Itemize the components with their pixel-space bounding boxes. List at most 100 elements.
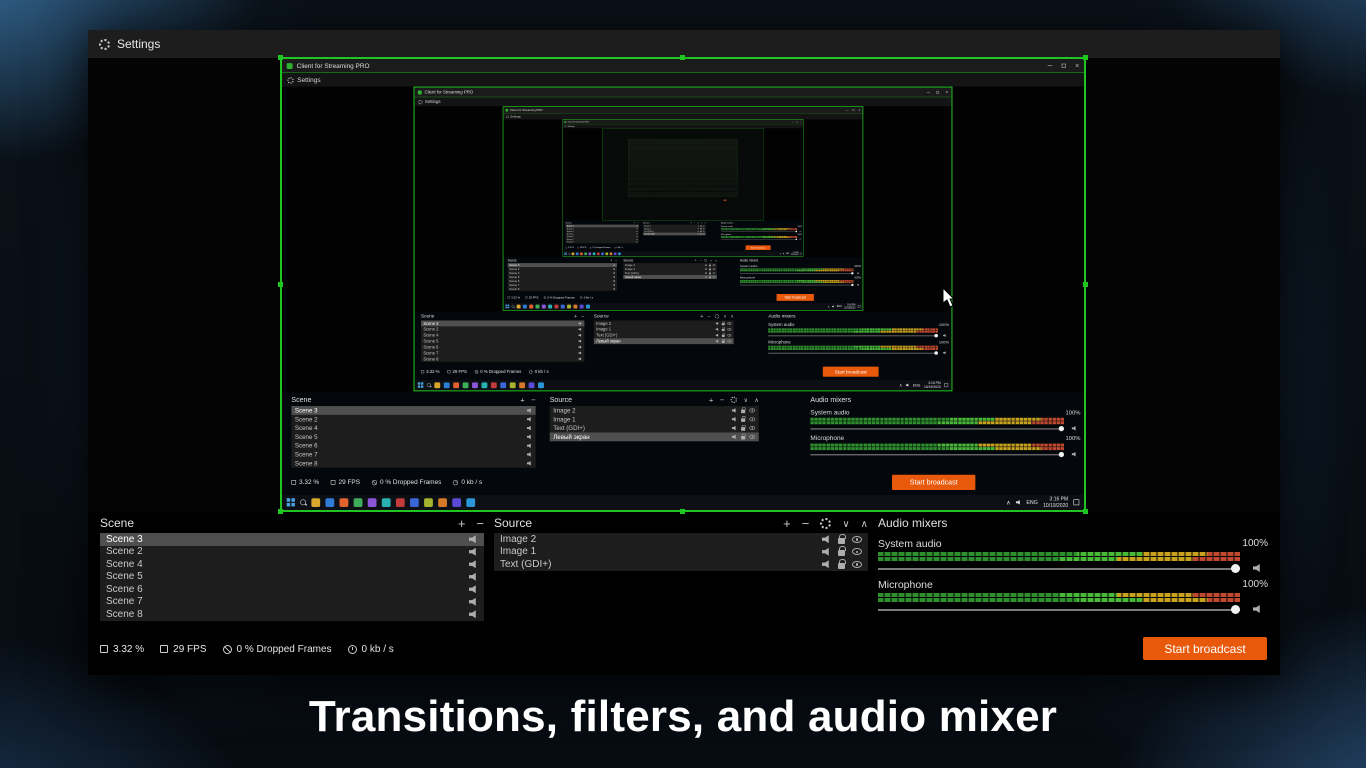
lock-icon: [741, 433, 746, 440]
cpu-usage: 3.32 %: [507, 296, 520, 299]
capture-handle[interactable]: [1083, 509, 1088, 514]
speaker-icon[interactable]: [1253, 564, 1260, 572]
dropped-frames: 0 % Dropped Frames: [371, 479, 441, 486]
mute-icon: [636, 241, 638, 243]
speaker-icon: [943, 333, 946, 338]
mute-icon[interactable]: [469, 572, 476, 581]
source-panel-title: Source: [643, 221, 650, 224]
taskbar-clock: 3:16 PM 10/19/2020: [790, 251, 799, 256]
mute-icon: [613, 264, 615, 267]
capture-handle[interactable]: [1083, 55, 1088, 60]
search-icon: [568, 252, 571, 255]
volume-slider[interactable]: [878, 605, 1260, 615]
audio-mixers-panel: Audio mixers System audio 100% Microphone…: [810, 393, 1080, 458]
source-list-item[interactable]: Image 2: [494, 533, 868, 546]
remove-scene-icon: [531, 396, 535, 404]
lock-icon[interactable]: [838, 546, 846, 557]
taskbar-app-icon: [584, 252, 587, 256]
slider-knob: [795, 238, 798, 241]
promo-caption: Transitions, filters, and audio mixer: [308, 692, 1058, 741]
fps-icon: [577, 246, 579, 249]
mute-icon: [578, 357, 582, 361]
window-titlebar: Client for Streaming PRO: [414, 87, 952, 98]
level-meter: [878, 557, 1240, 561]
level-meter: [810, 443, 1065, 447]
source-panel-title: Source: [494, 516, 533, 530]
source-settings-icon: [704, 258, 708, 262]
dropped-frames-icon: [371, 479, 378, 486]
scene-list-item[interactable]: Scene 2: [100, 546, 484, 559]
taskbar-app-icon: [443, 382, 450, 389]
dropped-frames-icon: [222, 644, 232, 654]
scene-list-item: Scene 5: [291, 432, 535, 441]
mute-icon[interactable]: [469, 610, 476, 619]
source-settings-button[interactable]: [820, 517, 832, 529]
mute-icon[interactable]: [469, 547, 476, 556]
start-broadcast-button[interactable]: Start broadcast: [1143, 637, 1267, 660]
move-down-button[interactable]: [842, 516, 849, 530]
scene-list-item[interactable]: Scene 5: [100, 571, 484, 584]
taskbar-app-icon: [462, 382, 469, 389]
scene-list-item[interactable]: Scene 3: [100, 533, 484, 546]
settings-menubar[interactable]: Settings: [88, 30, 1280, 58]
capture-handle[interactable]: [1083, 281, 1088, 287]
source-panel: Source Image 2 Image 1 Text (GDI+) Левый…: [549, 393, 759, 442]
mute-icon[interactable]: [822, 535, 829, 544]
audio-panel-title: Audio mixers: [878, 516, 948, 530]
mute-icon[interactable]: [822, 560, 829, 569]
gear-icon: [418, 99, 423, 105]
mute-icon: [636, 227, 638, 230]
taskbar-app-icon: [579, 304, 584, 309]
scene-list-item[interactable]: Scene 4: [100, 558, 484, 571]
capture-handle[interactable]: [680, 509, 685, 514]
taskbar-app-icon: [541, 304, 546, 309]
capture-handle[interactable]: [680, 55, 685, 60]
visibility-icon[interactable]: [852, 535, 862, 543]
source-list-item[interactable]: Image 1: [494, 546, 868, 559]
scene-list-item[interactable]: Scene 6: [100, 583, 484, 596]
capture-region: Client for Streaming PRO Settings Client…: [502, 106, 864, 311]
mute-icon[interactable]: [822, 547, 829, 556]
start-menu-icon: [564, 252, 567, 255]
mute-icon[interactable]: [469, 535, 476, 544]
add-source-button[interactable]: [783, 517, 791, 530]
speaker-icon[interactable]: [1253, 605, 1260, 613]
scene-list-item[interactable]: Scene 7: [100, 596, 484, 609]
lock-icon[interactable]: [838, 533, 846, 544]
remove-source-button[interactable]: [802, 517, 810, 530]
visibility-icon[interactable]: [852, 548, 862, 556]
slider-knob[interactable]: [1231, 605, 1240, 614]
lock-icon[interactable]: [838, 558, 846, 569]
add-scene-button[interactable]: [458, 517, 466, 530]
mute-icon: [715, 327, 719, 331]
clock-icon: [453, 479, 459, 486]
taskbar-app-icon: [395, 497, 405, 507]
remove-scene-button[interactable]: [476, 517, 484, 530]
capture-handle[interactable]: [278, 55, 283, 60]
mute-icon: [578, 351, 582, 355]
audio-panel-title: Audio mixers: [721, 221, 734, 224]
clock-icon: [580, 296, 583, 299]
slider-knob[interactable]: [1231, 564, 1240, 573]
close-icon: [800, 121, 801, 123]
visibility-icon[interactable]: [852, 560, 862, 568]
capture-handle[interactable]: [278, 281, 283, 287]
mute-icon: [636, 230, 638, 233]
add-scene-icon: [574, 314, 577, 319]
minimize-icon: [1047, 65, 1053, 67]
taskbar-app-icon: [571, 252, 575, 256]
maximize-icon: [936, 90, 940, 94]
move-up-icon: [715, 258, 717, 262]
mute-icon[interactable]: [469, 597, 476, 606]
source-list-item[interactable]: Text (GDI+): [494, 558, 868, 571]
fps-counter: 29 FPS: [447, 369, 467, 374]
scene-list-item[interactable]: Scene 8: [100, 608, 484, 621]
move-up-button[interactable]: [861, 516, 868, 530]
volume-slider[interactable]: [878, 564, 1260, 574]
mute-icon[interactable]: [469, 560, 476, 569]
capture-region[interactable]: Client for Streaming PRO Settings Client…: [278, 55, 1088, 514]
start-broadcast-button: Start broadcast: [822, 366, 879, 377]
capture-handle[interactable]: [278, 509, 283, 514]
volume-slider: [768, 351, 946, 355]
mute-icon[interactable]: [469, 585, 476, 594]
